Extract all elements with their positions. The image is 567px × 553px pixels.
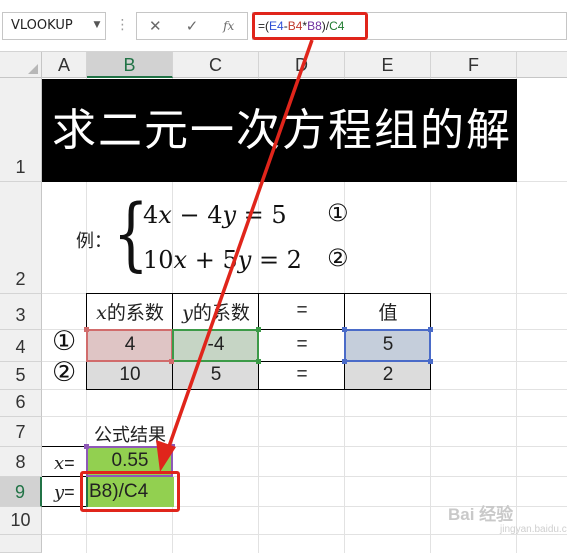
annotation-arrow <box>156 39 314 472</box>
watermark-logo: Bai 经验 <box>448 505 514 524</box>
arrow-shaft <box>164 39 314 456</box>
watermark-url: jingyan.baidu.com <box>500 524 567 535</box>
arrow-head <box>156 440 176 472</box>
